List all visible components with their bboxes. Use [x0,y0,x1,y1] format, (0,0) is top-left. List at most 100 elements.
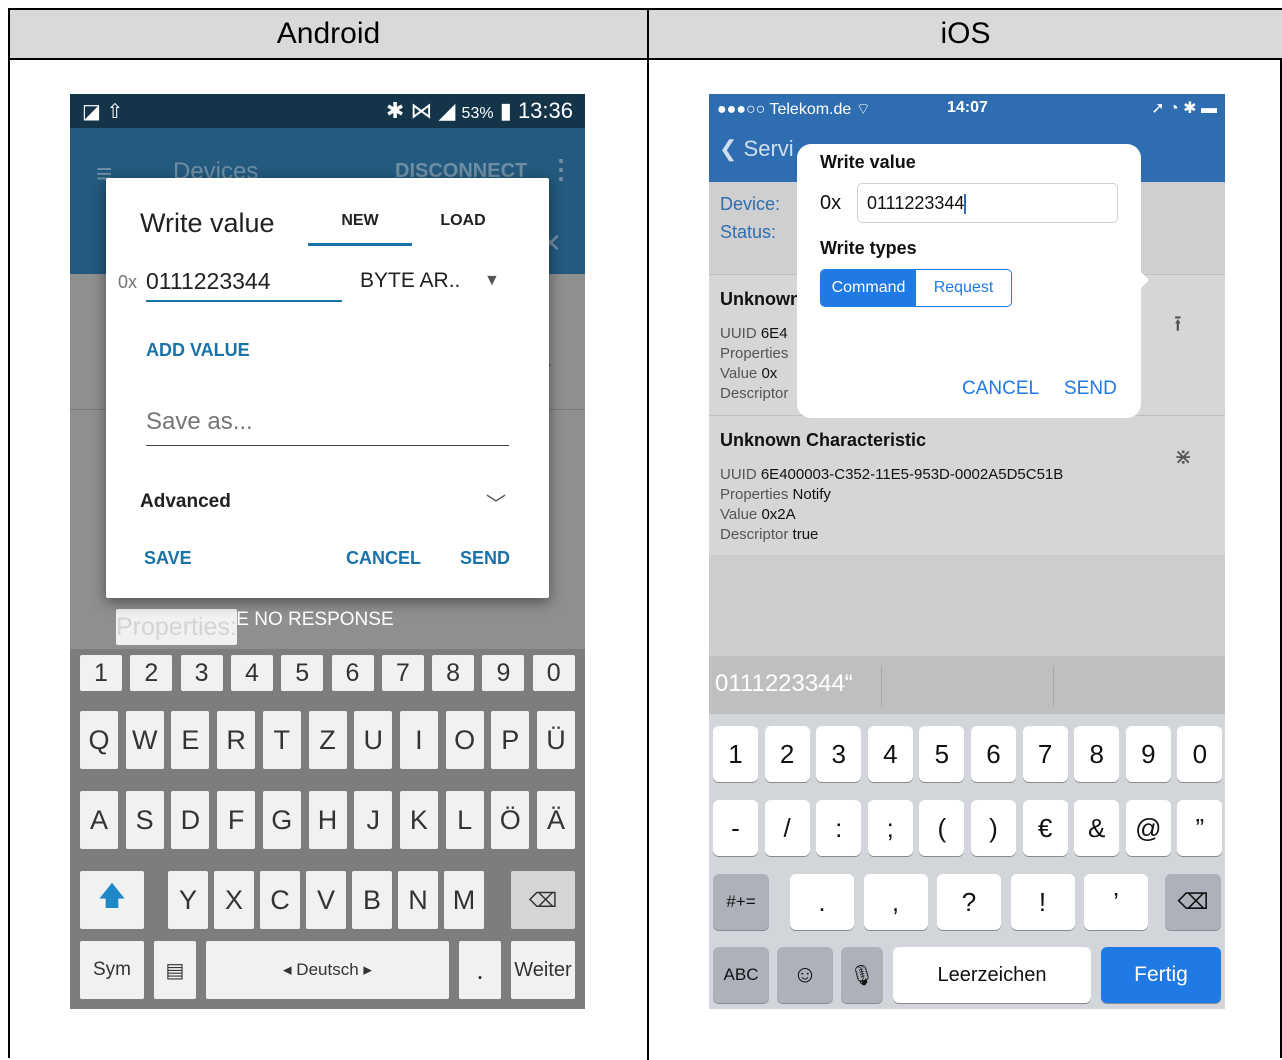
key-2[interactable]: 3 [180,655,223,691]
key-4[interactable]: G [262,791,301,849]
emoji-icon[interactable]: ☺ [777,947,833,1003]
key-7[interactable]: K [399,791,438,849]
save-as-input[interactable]: Save as... [146,408,509,446]
key-8[interactable]: L [445,791,484,849]
add-value-button[interactable]: ADD VALUE [146,340,250,361]
key-3[interactable]: ; [867,800,913,856]
cancel-button[interactable]: CANCEL [962,378,1039,400]
cancel-button[interactable]: CANCEL [346,548,421,569]
key-0[interactable]: 1 [713,726,758,782]
key-1[interactable]: 2 [130,655,173,691]
notify-icon[interactable]: ⋇ [1174,444,1192,470]
key-0[interactable]: Y [168,871,208,929]
key-1[interactable]: 2 [764,726,810,782]
key-3[interactable]: 4 [867,726,913,782]
send-button[interactable]: SEND [1064,378,1117,400]
key-5[interactable]: Z [308,711,347,769]
key-1[interactable]: S [125,791,164,849]
key-6[interactable]: € [1022,800,1068,856]
key-2[interactable]: C [260,871,300,929]
key-4[interactable]: 5 [281,655,324,691]
key-2[interactable]: : [816,800,862,856]
key-0[interactable]: A [80,791,118,849]
key-7[interactable]: 8 [1074,726,1120,782]
suggestion-item[interactable]: 0111223344“ [715,670,853,698]
more-symbols-key[interactable]: #+= [713,874,769,930]
key-8[interactable]: @ [1125,800,1171,856]
done-key[interactable]: Fertig [1101,947,1221,1003]
key-6[interactable]: 7 [1022,726,1068,782]
key-4[interactable]: ’ [1084,874,1148,930]
key-0[interactable]: - [713,800,758,856]
type-dropdown[interactable]: BYTE AR.. [360,269,460,293]
key-6[interactable]: J [354,791,393,849]
value-input[interactable]: 0111223344 [146,268,342,302]
key-5[interactable]: 6 [971,726,1016,782]
key-7[interactable]: I [399,711,438,769]
key-9[interactable]: ” [1177,800,1223,856]
key-9[interactable]: 0 [532,655,575,691]
key-4[interactable]: B [352,871,392,929]
value-input[interactable]: 0111223344 [857,183,1118,223]
key-5[interactable]: ) [971,800,1016,856]
save-button[interactable]: SAVE [144,548,192,569]
period-key[interactable]: . [459,941,501,999]
sym-key[interactable]: Sym [80,941,144,999]
key-10[interactable]: Ü [537,711,575,769]
abc-key[interactable]: ABC [713,947,769,1003]
next-key[interactable]: Weiter [511,941,575,999]
overflow-menu-icon[interactable]: ⋮ [548,154,574,185]
key-2[interactable]: 3 [816,726,862,782]
key-4[interactable]: 5 [919,726,965,782]
key-2[interactable]: D [171,791,210,849]
chevron-down-icon[interactable]: ﹀ [486,488,506,517]
key-5[interactable]: H [308,791,347,849]
key-0[interactable]: . [790,874,854,930]
shift-key[interactable]: 🡅 [80,871,144,929]
backspace-key[interactable]: ⌫ [511,871,575,929]
key-2[interactable]: E [171,711,210,769]
key-3[interactable]: ! [1010,874,1075,930]
key-9[interactable]: P [491,711,530,769]
key-1[interactable]: / [764,800,810,856]
upload-icon[interactable]: ⭱ [1174,307,1182,345]
key-3[interactable]: 4 [230,655,273,691]
key-9[interactable]: Ö [491,791,530,849]
key-5[interactable]: 6 [331,655,374,691]
key-6[interactable]: 7 [381,655,424,691]
request-segment[interactable]: Request [916,270,1011,306]
key-7[interactable]: & [1074,800,1120,856]
key-3[interactable]: V [306,871,346,929]
key-5[interactable]: N [398,871,438,929]
key-8[interactable]: O [445,711,484,769]
key-1[interactable]: , [863,874,928,930]
key-0[interactable]: Q [80,711,118,769]
key-4[interactable]: T [262,711,301,769]
key-8[interactable]: 9 [1125,726,1171,782]
clipboard-icon[interactable]: ▤ [154,941,196,999]
microphone-icon[interactable]: 🎙 [841,947,883,1003]
key-6[interactable]: U [354,711,393,769]
key-4[interactable]: ( [919,800,965,856]
key-6[interactable]: M [444,871,484,929]
key-1[interactable]: X [214,871,254,929]
advanced-section[interactable]: Advanced [140,491,231,513]
tab-new[interactable]: NEW [308,210,412,246]
characteristic-item[interactable]: Unknown Characteristic UUID 6E400003-C35… [709,415,1225,556]
space-key[interactable]: Leerzeichen [893,947,1091,1003]
command-segment[interactable]: Command [821,270,916,306]
key-7[interactable]: 8 [432,655,475,691]
key-3[interactable]: R [217,711,256,769]
key-8[interactable]: 9 [482,655,525,691]
key-10[interactable]: Ä [537,791,575,849]
send-button[interactable]: SEND [460,548,510,569]
key-9[interactable]: 0 [1177,726,1223,782]
tab-load[interactable]: LOAD [428,210,498,230]
backspace-key[interactable]: ⌫ [1165,874,1221,930]
key-3[interactable]: F [217,791,256,849]
key-2[interactable]: ? [937,874,1001,930]
key-1[interactable]: W [125,711,164,769]
back-button[interactable]: ❮ Servi [719,136,794,162]
dropdown-arrow-icon[interactable]: ▼ [484,272,500,290]
key-0[interactable]: 1 [80,655,122,691]
